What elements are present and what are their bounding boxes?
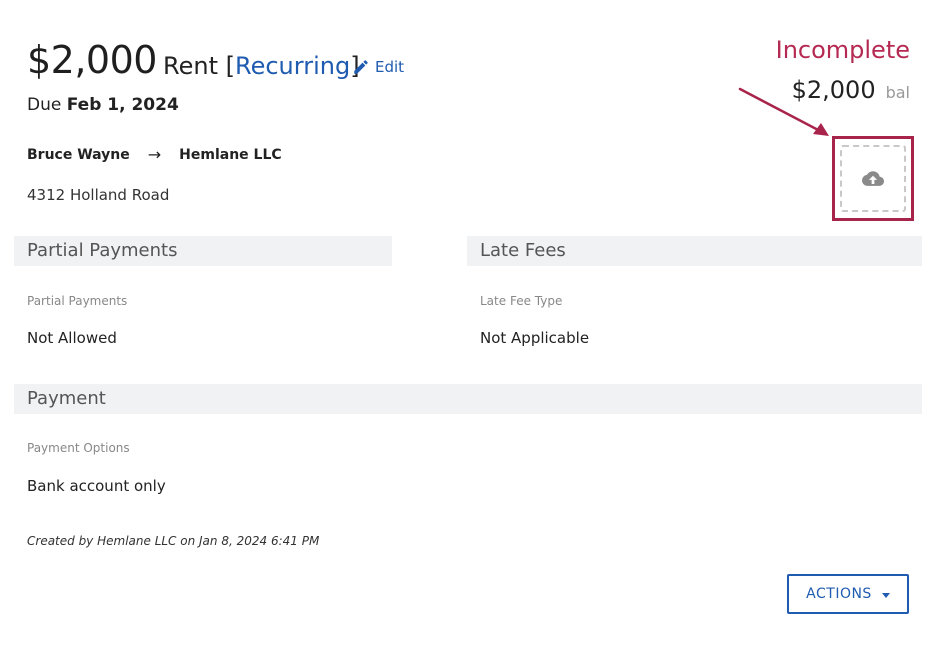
partial-payments-header: Partial Payments bbox=[14, 236, 392, 266]
cloud-upload-icon bbox=[862, 170, 884, 186]
upload-highlight-frame bbox=[832, 136, 914, 221]
bracket-open: [ bbox=[225, 52, 235, 80]
status-label: Incomplete bbox=[775, 36, 910, 64]
payer-payee: Bruce Wayne → Hemlane LLC bbox=[27, 145, 282, 164]
payment-header: Payment bbox=[14, 384, 922, 414]
late-fees-header: Late Fees bbox=[467, 236, 922, 266]
payee-name: Hemlane LLC bbox=[179, 146, 282, 163]
created-by-text: Created by Hemlane LLC on Jan 8, 2024 6:… bbox=[27, 534, 320, 548]
balance-suffix: bal bbox=[885, 83, 910, 102]
partial-payments-value: Not Allowed bbox=[27, 329, 117, 347]
charge-type: Rent [Recurring] bbox=[163, 52, 360, 80]
payment-options-value: Bank account only bbox=[27, 477, 166, 495]
arrow-right-icon: → bbox=[147, 145, 162, 164]
pencil-icon bbox=[354, 60, 368, 74]
edit-button[interactable]: Edit bbox=[352, 58, 404, 76]
property-address: 4312 Holland Road bbox=[27, 186, 170, 204]
charge-name: Rent bbox=[163, 52, 218, 80]
recurring-link[interactable]: Recurring bbox=[235, 52, 350, 80]
partial-payments-label: Partial Payments bbox=[27, 294, 128, 308]
caret-down-icon bbox=[881, 592, 890, 598]
edit-label: Edit bbox=[375, 58, 405, 76]
due-date: Due Feb 1, 2024 bbox=[27, 95, 179, 115]
late-fee-type-value: Not Applicable bbox=[480, 329, 590, 347]
charge-amount: $2,000 bbox=[27, 38, 157, 82]
payer-name: Bruce Wayne bbox=[27, 146, 130, 163]
actions-label: ACTIONS bbox=[806, 586, 872, 602]
payment-options-label: Payment Options bbox=[27, 441, 130, 455]
upload-dropzone[interactable] bbox=[840, 145, 906, 212]
due-date-value: Feb 1, 2024 bbox=[66, 95, 179, 115]
late-fee-type-label: Late Fee Type bbox=[480, 294, 563, 308]
due-prefix: Due bbox=[27, 95, 62, 115]
actions-dropdown-button[interactable]: ACTIONS bbox=[787, 574, 909, 614]
annotation-arrow-icon bbox=[738, 87, 829, 136]
